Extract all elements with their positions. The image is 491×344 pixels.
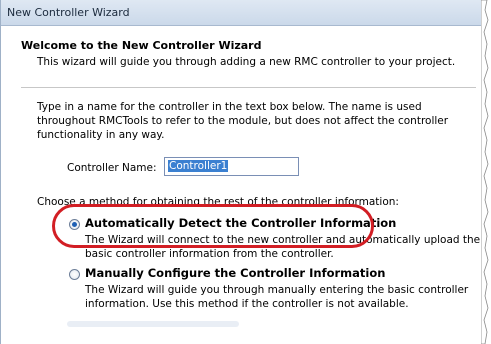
manual-config-radio[interactable] (69, 269, 80, 280)
manual-config-description: The Wizard will guide you through manual… (85, 284, 469, 310)
controller-name-label: Controller Name: (67, 162, 157, 174)
controller-name-value: Controller1 (168, 160, 229, 172)
window-title: New Controller Wizard (7, 6, 130, 19)
controller-name-input[interactable]: Controller1 (164, 157, 299, 176)
header-subtitle: This wizard will guide you through addin… (37, 56, 456, 68)
title-bar[interactable]: New Controller Wizard (1, 0, 482, 26)
manual-config-label[interactable]: Manually Configure the Controller Inform… (85, 266, 385, 280)
torn-edge (481, 0, 489, 344)
wizard-header: Welcome to the New Controller Wizard Thi… (1, 26, 482, 86)
highlight-ellipse (52, 204, 374, 248)
faded-text (67, 321, 239, 327)
header-title: Welcome to the New Controller Wizard (21, 39, 262, 52)
wizard-body: Type in a name for the controller in the… (1, 88, 482, 344)
wizard-window: New Controller Wizard Welcome to the New… (0, 0, 482, 344)
intro-text: Type in a name for the controller in the… (37, 101, 449, 141)
